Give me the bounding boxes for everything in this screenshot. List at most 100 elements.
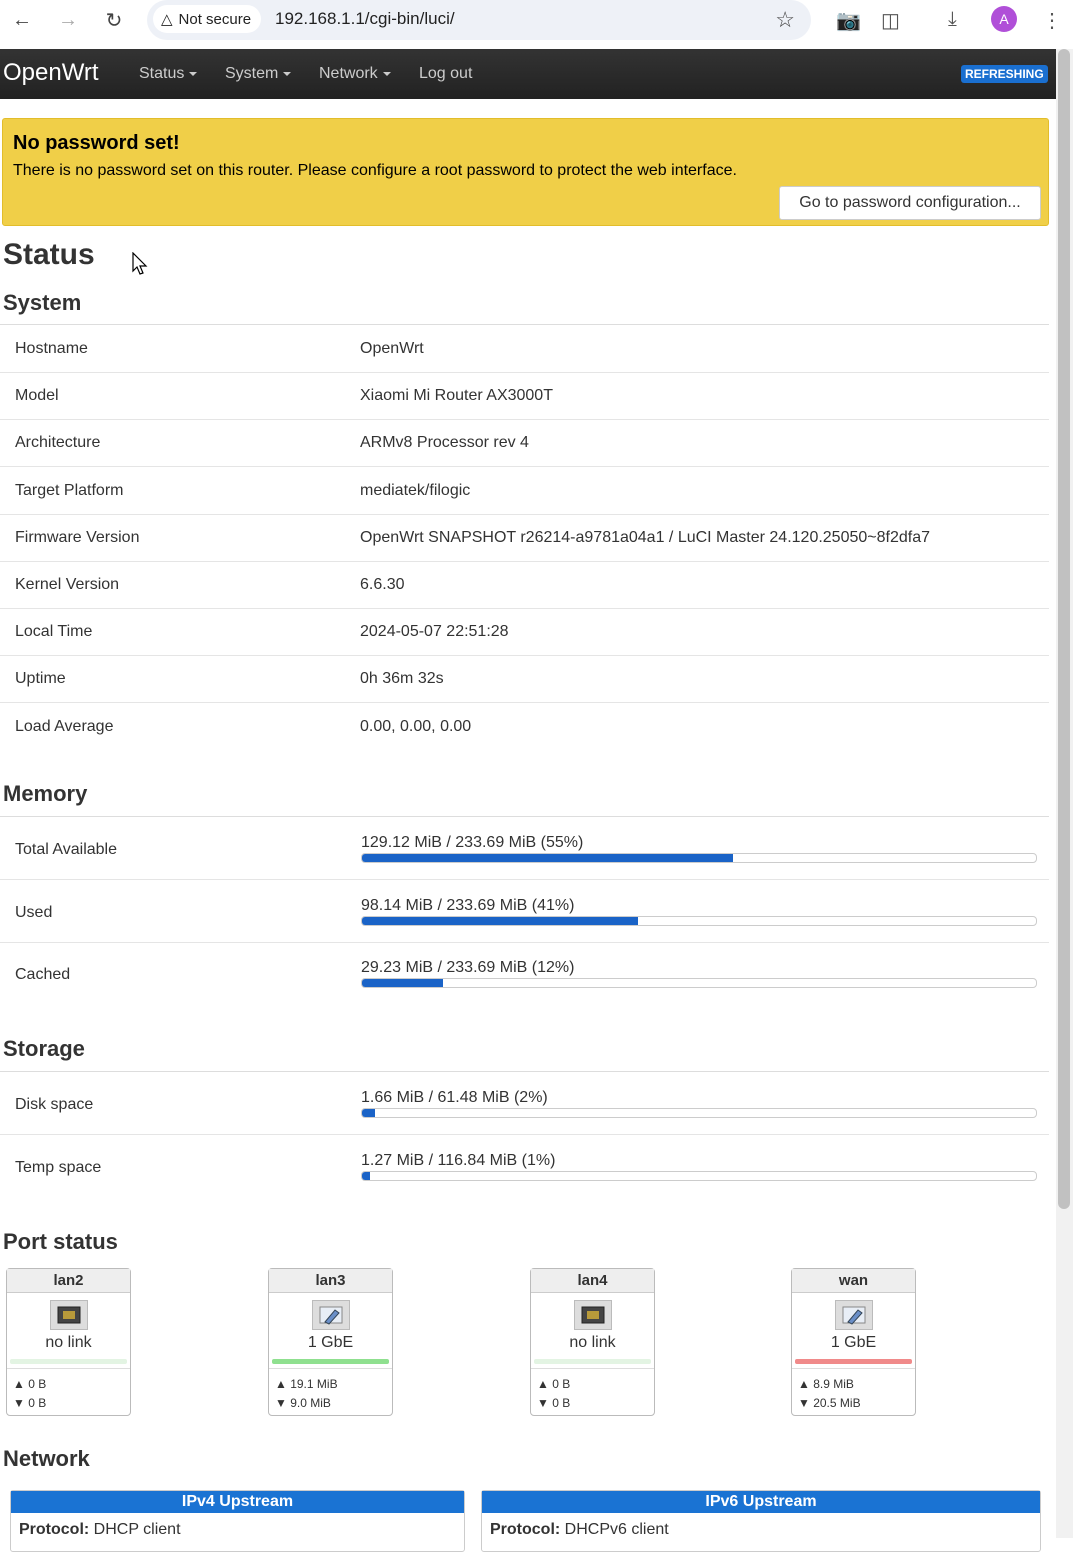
ipv4-protocol-value: DHCP client	[93, 1521, 181, 1538]
bookmark-star-icon[interactable]: ☆	[775, 7, 795, 33]
alert-title: No password set!	[13, 132, 180, 154]
menu-system[interactable]: System	[225, 65, 292, 83]
table-row: Model Xiaomi Mi Router AX3000T	[0, 372, 1049, 421]
row-value: OpenWrt	[360, 340, 424, 357]
camera-icon[interactable]: 📷	[836, 8, 861, 33]
table-row: Architecture ARMv8 Processor rev 4	[0, 419, 1049, 468]
refreshing-badge[interactable]: REFRESHING	[961, 65, 1048, 83]
ethernet-port-icon	[835, 1300, 873, 1330]
link-indicator	[795, 1359, 912, 1364]
url-text[interactable]: 192.168.1.1/cgi-bin/luci/	[275, 9, 455, 29]
caret-down-icon	[189, 71, 198, 76]
table-row: Used 98.14 MiB / 233.69 MiB (41%)	[0, 880, 1049, 943]
row-key: Load Average	[15, 717, 114, 735]
table-row: Uptime 0h 36m 32s	[0, 655, 1049, 704]
row-value: 6.6.30	[360, 576, 405, 593]
usage-text: 98.14 MiB / 233.69 MiB (41%)	[361, 896, 575, 914]
memory-section-title: Memory	[3, 781, 88, 806]
link-speed: 1 GbE	[830, 1334, 877, 1351]
table-row: Hostname OpenWrt	[0, 325, 1049, 373]
row-value: mediatek/filogic	[360, 481, 471, 499]
traffic-stats: ▲ 8.9 MiB ▼ 20.5 MiB	[792, 1368, 915, 1413]
storage-table: Disk space 1.66 MiB / 61.48 MiB (2%) Temp …	[0, 1071, 1049, 1202]
password-config-button[interactable]: Go to password configuration...	[779, 186, 1041, 220]
progress-fill	[362, 916, 639, 925]
row-key: Model	[15, 387, 59, 405]
row-key: Used	[15, 903, 53, 921]
menu-status[interactable]: Status	[139, 65, 198, 83]
caret-down-icon	[283, 71, 292, 76]
upload-stat: ▲ 0 B	[13, 1377, 47, 1391]
menu-status-label: Status	[139, 65, 185, 82]
row-key: Uptime	[15, 670, 66, 688]
row-key: Architecture	[15, 434, 101, 452]
back-arrow-icon[interactable]: ←	[8, 8, 36, 32]
ethernet-port-icon	[574, 1300, 612, 1330]
page-title: Status	[3, 238, 95, 271]
port-name: lan2	[7, 1269, 130, 1293]
table-row: Target Platform mediatek/filogic	[0, 467, 1049, 515]
menu-logout[interactable]: Log out	[419, 65, 472, 83]
table-row: Temp space 1.27 MiB / 116.84 MiB (1%)	[0, 1135, 1049, 1197]
port-name: wan	[792, 1269, 915, 1293]
kebab-menu-icon[interactable]: ⋮	[1042, 8, 1062, 33]
port-card-wan: wan 1 GbE ▲ 8.9 MiB ▼ 20.5 MiB	[791, 1268, 916, 1416]
progress-bar	[361, 915, 1037, 926]
upload-stat: ▲ 0 B	[537, 1377, 571, 1391]
row-key: Target Platform	[15, 481, 124, 499]
port-card-lan4: lan4 no link ▲ 0 B ▼ 0 B	[530, 1268, 655, 1416]
row-value: Xiaomi Mi Router AX3000T	[360, 387, 553, 405]
scrollbar-thumb[interactable]	[1058, 49, 1070, 1209]
menu-network-label: Network	[319, 65, 378, 82]
progress-fill	[362, 1171, 371, 1180]
download-stat: ▼ 0 B	[537, 1396, 571, 1410]
row-key: Temp space	[15, 1158, 102, 1176]
download-icon[interactable]: ⤓	[948, 8, 957, 31]
table-row: Cached 29.23 MiB / 233.69 MiB (12%)	[0, 942, 1049, 1004]
reload-icon[interactable]: ↻	[100, 8, 128, 32]
link-speed: 1 GbE	[307, 1334, 354, 1351]
port-card-lan3: lan3 1 GbE ▲ 19.1 MiB ▼ 9.0 MiB	[268, 1268, 393, 1416]
row-key: Total Available	[15, 841, 117, 858]
port-card-lan2: lan2 no link ▲ 0 B ▼ 0 B	[6, 1268, 131, 1416]
address-bar[interactable]: △ Not secure 192.168.1.1/cgi-bin/luci/ ☆	[147, 0, 811, 40]
traffic-stats: ▲ 0 B ▼ 0 B	[531, 1368, 654, 1413]
network-section-title: Network	[3, 1446, 90, 1471]
download-stat: ▼ 9.0 MiB	[275, 1396, 331, 1410]
row-value: OpenWrt SNAPSHOT r26214-a9781a04a1 / LuC…	[360, 528, 930, 546]
table-row: Disk space 1.66 MiB / 61.48 MiB (2%)	[0, 1072, 1049, 1135]
traffic-stats: ▲ 19.1 MiB ▼ 9.0 MiB	[269, 1368, 392, 1413]
forward-arrow-icon[interactable]: →	[54, 8, 82, 32]
progress-bar	[361, 978, 1037, 988]
browser-toolbar: ← → ↻ △ Not secure 192.168.1.1/cgi-bin/l…	[0, 0, 1073, 50]
row-key: Local Time	[15, 623, 93, 641]
progress-fill	[362, 979, 443, 987]
table-row: Total Available 129.12 MiB / 233.69 MiB (…	[0, 817, 1049, 880]
security-label: Not secure	[178, 10, 252, 28]
usage-text: 129.12 MiB / 233.69 MiB (55%)	[361, 834, 584, 851]
ethernet-port-icon	[312, 1300, 350, 1330]
row-value: ARMv8 Processor rev 4	[360, 434, 529, 452]
extensions-puzzle-icon[interactable]: ◫	[881, 8, 900, 33]
page-scrollbar[interactable]	[1056, 49, 1073, 1538]
download-stat: ▼ 20.5 MiB	[798, 1396, 861, 1410]
traffic-stats: ▲ 0 B ▼ 0 B	[7, 1368, 130, 1413]
security-chip[interactable]: △ Not secure	[153, 5, 262, 33]
password-warning-alert: No password set! There is no password se…	[2, 118, 1049, 226]
usage-text: 29.23 MiB / 233.69 MiB (12%)	[361, 959, 575, 976]
system-table: Hostname OpenWrt Model Xiaomi Mi Router AX3…	[0, 324, 1049, 750]
alert-message: There is no password set on this router.…	[13, 162, 737, 179]
table-row: Firmware Version OpenWrt SNAPSHOT r26214-…	[0, 514, 1049, 562]
mouse-cursor-icon	[132, 252, 148, 275]
table-row: Local Time 2024-05-07 22:51:28	[0, 608, 1049, 657]
brand-logo[interactable]: OpenWrt	[3, 59, 99, 87]
profile-avatar[interactable]: A	[991, 6, 1017, 32]
ipv4-upstream-box: IPv4 Upstream Protocol: DHCP client	[10, 1490, 465, 1552]
storage-section-title: Storage	[3, 1036, 85, 1061]
menu-network[interactable]: Network	[319, 65, 391, 83]
ipv6-upstream-box: IPv6 Upstream Protocol: DHCPv6 client	[481, 1490, 1041, 1552]
memory-table: Total Available 129.12 MiB / 233.69 MiB (…	[0, 816, 1049, 1007]
link-speed: no link	[569, 1334, 616, 1351]
port-status-title: Port status	[3, 1229, 118, 1254]
progress-bar	[361, 853, 1037, 863]
